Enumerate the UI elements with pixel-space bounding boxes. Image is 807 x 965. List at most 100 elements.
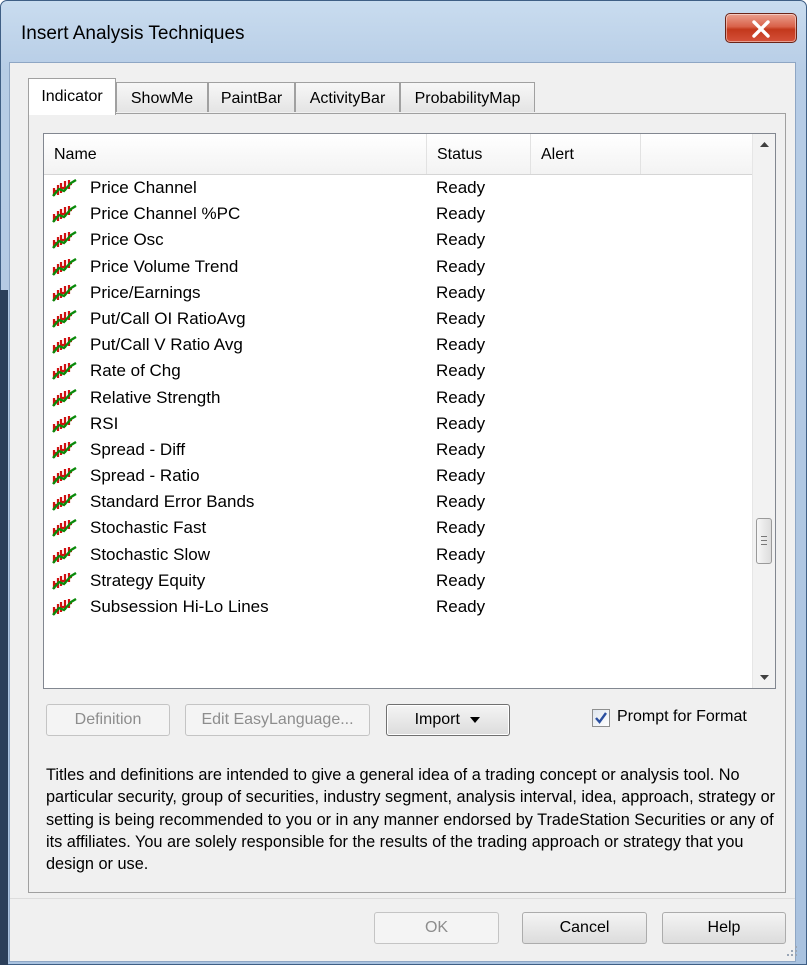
indicator-status: Ready xyxy=(436,492,486,512)
tab-paintbar[interactable]: PaintBar xyxy=(208,82,295,112)
indicator-status: Ready xyxy=(436,282,486,302)
list-item[interactable]: Spread - Diff Ready xyxy=(44,437,752,463)
import-button[interactable]: Import xyxy=(386,704,510,736)
indicator-status: Ready xyxy=(436,570,486,590)
analysis-list[interactable]: Name Status Alert Price Channel Ready Pric… xyxy=(43,133,776,689)
indicator-name: Strategy Equity xyxy=(90,570,206,590)
indicator-status: Ready xyxy=(436,413,486,433)
indicator-chart-icon xyxy=(52,179,77,197)
indicator-status: Ready xyxy=(436,335,486,355)
indicator-chart-icon xyxy=(52,493,77,512)
indicator-chart-icon xyxy=(52,414,77,433)
indicator-name: Stochastic Slow xyxy=(90,544,210,564)
indicator-status: Ready xyxy=(436,361,486,381)
indicator-status: Ready xyxy=(436,466,486,486)
indicator-chart-icon xyxy=(52,257,77,276)
list-item[interactable]: RSI Ready xyxy=(44,411,752,437)
indicator-status: Ready xyxy=(436,178,486,197)
list-item[interactable]: Standard Error Bands Ready xyxy=(44,489,752,515)
list-item[interactable]: Relative Strength Ready xyxy=(44,385,752,411)
indicator-name: Relative Strength xyxy=(90,387,221,407)
window-title: Insert Analysis Techniques xyxy=(21,23,245,44)
ok-button[interactable]: OK xyxy=(374,912,499,944)
disclaimer-text: Titles and definitions are intended to g… xyxy=(46,766,776,874)
column-header-name[interactable]: Name xyxy=(44,134,427,174)
arrow-up-icon xyxy=(760,142,769,147)
resize-grip-icon[interactable] xyxy=(785,944,799,958)
indicator-name: Price Channel xyxy=(90,178,197,197)
indicator-name: Spread - Ratio xyxy=(90,466,200,486)
indicator-chart-icon xyxy=(52,467,77,485)
footer-divider xyxy=(10,898,795,899)
indicator-status: Ready xyxy=(436,256,486,276)
indicator-chart-icon xyxy=(52,309,77,328)
indicator-name: Rate of Chg xyxy=(90,361,181,381)
list-item[interactable]: Stochastic Slow Ready xyxy=(44,542,752,568)
indicator-chart-icon xyxy=(52,336,77,354)
indicator-chart-icon xyxy=(52,440,77,459)
indicator-chart-icon xyxy=(52,519,77,538)
indicator-status: Ready xyxy=(436,597,486,616)
indicator-name: Subsession Hi-Lo Lines xyxy=(90,597,269,616)
indicator-chart-icon xyxy=(52,598,77,616)
scroll-up-button[interactable] xyxy=(753,134,775,156)
tab-showme[interactable]: ShowMe xyxy=(116,82,208,112)
list-item[interactable]: Put/Call OI RatioAvg Ready xyxy=(44,306,752,332)
indicator-name: Stochastic Fast xyxy=(90,518,207,538)
arrow-down-icon xyxy=(760,675,769,680)
indicator-chart-icon xyxy=(52,283,77,302)
indicator-chart-icon xyxy=(52,545,77,564)
indicator-chart-icon xyxy=(52,362,77,381)
tab-indicator[interactable]: Indicator xyxy=(28,78,116,115)
indicator-chart-icon xyxy=(52,571,77,590)
list-item[interactable]: Price Channel %PC Ready xyxy=(44,201,752,227)
close-icon xyxy=(752,20,770,38)
prompt-for-format-checkbox[interactable] xyxy=(592,709,610,727)
indicator-status: Ready xyxy=(436,204,486,224)
close-button[interactable] xyxy=(725,13,797,43)
column-header-status[interactable]: Status xyxy=(427,134,531,174)
tab-probabilitymap[interactable]: ProbabilityMap xyxy=(400,82,535,112)
indicator-name: Put/Call V Ratio Avg xyxy=(90,335,243,355)
list-item[interactable]: Price Volume Trend Ready xyxy=(44,254,752,280)
indicator-chart-icon xyxy=(52,205,77,223)
indicator-name: Put/Call OI RatioAvg xyxy=(90,308,246,328)
list-item[interactable]: Strategy Equity Ready xyxy=(44,568,752,594)
list-item[interactable]: Price Channel Ready xyxy=(44,175,752,201)
list-item[interactable]: Price/Earnings Ready xyxy=(44,280,752,306)
list-item[interactable]: Stochastic Fast Ready xyxy=(44,515,752,541)
tab-activitybar[interactable]: ActivityBar xyxy=(295,82,400,112)
list-item[interactable]: Subsession Hi-Lo Lines Ready xyxy=(44,594,752,620)
indicator-name: Spread - Diff xyxy=(90,439,186,459)
list-item[interactable]: Spread - Ratio Ready xyxy=(44,463,752,489)
checkmark-icon xyxy=(595,712,607,724)
list-item[interactable]: Price Osc Ready xyxy=(44,227,752,253)
list-item[interactable]: Rate of Chg Ready xyxy=(44,358,752,384)
help-button[interactable]: Help xyxy=(662,912,786,944)
indicator-status: Ready xyxy=(436,230,486,250)
indicator-name: Price/Earnings xyxy=(90,282,201,302)
indicator-status: Ready xyxy=(436,308,486,328)
indicator-status: Ready xyxy=(436,439,486,459)
prompt-for-format-label: Prompt for Format xyxy=(617,708,747,725)
indicator-chart-icon xyxy=(52,231,77,250)
column-header-empty xyxy=(641,134,752,174)
vertical-scrollbar[interactable] xyxy=(752,134,775,688)
edit-easylanguage-button[interactable]: Edit EasyLanguage... xyxy=(185,704,370,736)
indicator-name: RSI xyxy=(90,413,119,433)
indicator-name: Standard Error Bands xyxy=(90,492,255,512)
indicator-status: Ready xyxy=(436,544,486,564)
list-item[interactable]: Put/Call V Ratio Avg Ready xyxy=(44,332,752,358)
indicator-chart-icon xyxy=(52,388,77,407)
list-header: Name Status Alert xyxy=(44,134,752,175)
indicator-name: Price Volume Trend xyxy=(90,256,239,276)
dropdown-arrow-icon xyxy=(470,716,481,723)
definition-button[interactable]: Definition xyxy=(46,704,170,736)
cancel-button[interactable]: Cancel xyxy=(522,912,647,944)
indicator-name: Price Osc xyxy=(90,230,164,250)
window-frame-accent xyxy=(0,290,8,965)
scroll-thumb[interactable] xyxy=(756,518,772,564)
indicator-status: Ready xyxy=(436,518,486,538)
scroll-down-button[interactable] xyxy=(753,666,775,688)
column-header-alert[interactable]: Alert xyxy=(531,134,641,174)
